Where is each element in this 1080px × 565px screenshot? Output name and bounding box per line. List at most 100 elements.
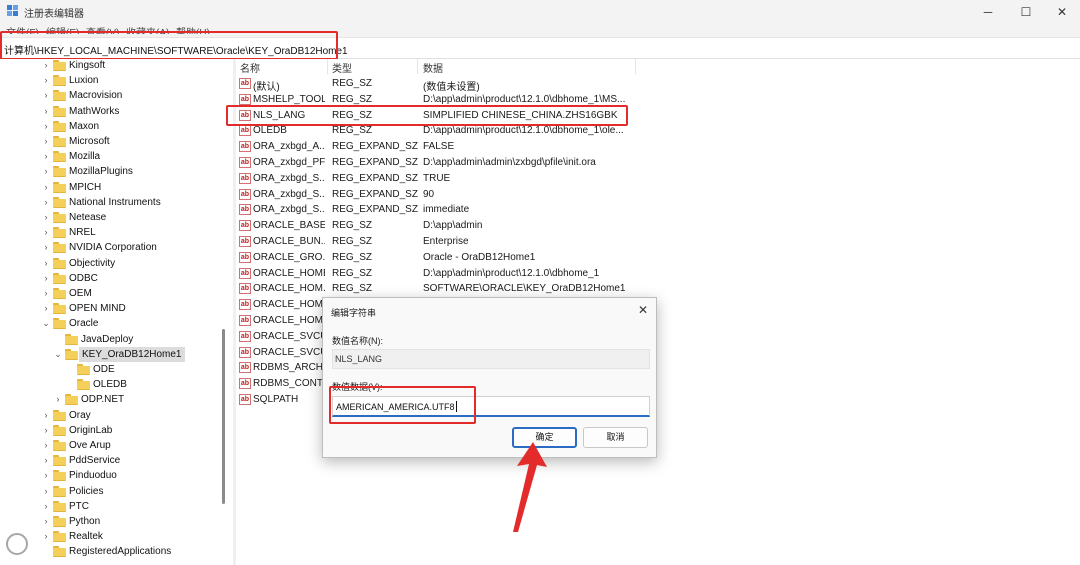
tree-item[interactable]: › MathWorks — [0, 104, 220, 119]
chevron-right-icon[interactable]: › — [42, 119, 50, 134]
chevron-right-icon[interactable]: › — [42, 514, 50, 529]
tree-item[interactable]: JavaDeploy — [0, 332, 220, 347]
tree-item-label: Mozilla — [69, 151, 101, 163]
chevron-right-icon[interactable]: › — [42, 134, 50, 149]
tree-item[interactable]: › Netease — [0, 210, 220, 225]
tree-item[interactable]: › Realtek — [0, 529, 220, 544]
tree-item[interactable]: › Macrovision — [0, 88, 220, 103]
tree-item-label: PddService — [69, 455, 121, 467]
chevron-right-icon[interactable]: › — [42, 301, 50, 316]
maximize-button[interactable]: ☐ — [1008, 2, 1044, 22]
table-row[interactable]: ab ORA_zxbgd_S... REG_EXPAND_SZ 90 — [236, 187, 1080, 203]
chevron-right-icon[interactable]: › — [42, 438, 50, 453]
tree-item[interactable]: › Ove Arup — [0, 438, 220, 453]
tree-item-label: NREL — [69, 227, 96, 239]
column-separator[interactable] — [635, 59, 636, 74]
tree-item[interactable]: › OEM — [0, 286, 220, 301]
tree-item[interactable]: › Luxion — [0, 73, 220, 88]
tree-item[interactable]: ⌄ KEY_OraDB12Home1 — [0, 346, 220, 362]
tree-item[interactable]: › OriginLab — [0, 423, 220, 438]
tree-item[interactable]: › NVIDIA Corporation — [0, 240, 220, 255]
value-data-cell: immediate — [423, 204, 470, 216]
chevron-right-icon[interactable]: › — [42, 484, 50, 499]
chevron-right-icon[interactable]: › — [42, 210, 50, 225]
chevron-right-icon[interactable]: › — [54, 392, 62, 407]
close-window-button[interactable]: ✕ — [1044, 2, 1080, 22]
table-row[interactable]: ab ORACLE_BUN... REG_SZ Enterprise — [236, 234, 1080, 250]
chevron-right-icon[interactable]: › — [42, 529, 50, 544]
chevron-right-icon[interactable]: › — [42, 104, 50, 119]
chevron-right-icon[interactable]: › — [42, 499, 50, 514]
tree-item[interactable]: RegisteredApplications — [0, 544, 220, 559]
column-separator[interactable] — [327, 59, 328, 74]
chevron-down-icon[interactable]: ⌄ — [42, 316, 50, 331]
chevron-right-icon[interactable]: › — [42, 271, 50, 286]
chevron-right-icon[interactable]: › — [42, 88, 50, 103]
table-row[interactable]: ab ORACLE_HOM... REG_SZ SOFTWARE\ORACLE\KEY… — [236, 281, 1080, 297]
tree-item-label: ODBC — [69, 272, 98, 284]
tree-item[interactable]: › PTC — [0, 499, 220, 514]
chevron-right-icon[interactable]: › — [42, 408, 50, 423]
value-data-cell: 90 — [423, 188, 435, 200]
chevron-right-icon[interactable]: › — [42, 149, 50, 164]
tree-scrollbar[interactable] — [222, 329, 225, 504]
tree-item[interactable]: › Microsoft — [0, 134, 220, 149]
tree-item[interactable]: › Mozilla — [0, 149, 220, 164]
column-separator[interactable] — [417, 59, 418, 74]
tree-item[interactable]: › MozillaPlugins — [0, 164, 220, 179]
chevron-right-icon[interactable]: › — [42, 286, 50, 301]
chevron-down-icon[interactable]: ⌄ — [54, 347, 62, 362]
chevron-right-icon[interactable]: › — [42, 164, 50, 179]
value-data-cell: FALSE — [423, 141, 455, 153]
string-value-icon: ab — [239, 125, 251, 137]
folder-icon — [53, 546, 66, 558]
dialog-close-icon[interactable]: ✕ — [638, 303, 648, 317]
tree-item[interactable]: › National Instruments — [0, 195, 220, 210]
table-row[interactable]: ab (默认) REG_SZ (数值未设置) — [236, 76, 1080, 93]
tree-item[interactable]: › Policies — [0, 484, 220, 499]
chevron-right-icon[interactable]: › — [42, 453, 50, 468]
column-data-header[interactable]: 数据 — [423, 60, 443, 75]
tree-item[interactable]: › Maxon — [0, 119, 220, 134]
tree-item[interactable]: ⌄ Oracle — [0, 316, 220, 331]
chevron-right-icon[interactable]: › — [42, 195, 50, 210]
table-row[interactable]: ab ORACLE_HOME REG_SZ D:\app\admin\product\… — [236, 266, 1080, 282]
cancel-button[interactable]: 取消 — [583, 427, 648, 448]
table-row[interactable]: ab ORA_zxbgd_S... REG_EXPAND_SZ immediate — [236, 202, 1080, 218]
string-value-icon: ab — [239, 330, 251, 342]
value-name-cell: ORACLE_HOM... — [253, 283, 325, 295]
column-name-header[interactable]: 名称 — [240, 60, 260, 75]
tree-item[interactable]: › OPEN MIND — [0, 301, 220, 316]
tree-item[interactable]: › ODP.NET — [0, 392, 220, 407]
chevron-right-icon[interactable]: › — [42, 240, 50, 255]
table-row[interactable]: ab ORA_zxbgd_A... REG_EXPAND_SZ FALSE — [236, 139, 1080, 155]
tree-item[interactable]: ODE — [0, 362, 220, 377]
tree-item[interactable]: › MPICH — [0, 180, 220, 195]
tree-item[interactable]: › Python — [0, 514, 220, 529]
tree-item[interactable]: OLEDB — [0, 377, 220, 392]
chevron-right-icon[interactable]: › — [42, 73, 50, 88]
tree-item[interactable]: › Oray — [0, 408, 220, 423]
column-type-header[interactable]: 类型 — [332, 60, 352, 75]
tree-item[interactable]: › Pinduoduo — [0, 468, 220, 483]
chevron-right-icon[interactable]: › — [42, 256, 50, 271]
table-row[interactable]: ab ORA_zxbgd_PF... REG_EXPAND_SZ D:\app\adm… — [236, 155, 1080, 171]
tree-item[interactable]: › Objectivity — [0, 256, 220, 271]
tree-item[interactable]: › Kingsoft — [0, 59, 220, 73]
folder-icon — [53, 60, 66, 71]
value-name-cell: ORACLE_GRO... — [253, 251, 325, 263]
table-row[interactable]: ab ORACLE_BASE REG_SZ D:\app\admin — [236, 218, 1080, 234]
table-row[interactable]: ab ORA_zxbgd_S... REG_EXPAND_SZ TRUE — [236, 171, 1080, 187]
tree-item-label: KEY_OraDB12Home1 — [79, 346, 185, 362]
table-row[interactable]: ab ORACLE_GRO... REG_SZ Oracle - OraDB12Hom… — [236, 250, 1080, 266]
tree-item[interactable]: › ODBC — [0, 271, 220, 286]
tree-item[interactable]: › NREL — [0, 225, 220, 240]
tree-item[interactable]: › PddService — [0, 453, 220, 468]
chevron-right-icon[interactable]: › — [42, 468, 50, 483]
chevron-right-icon[interactable]: › — [42, 59, 50, 73]
chevron-right-icon[interactable]: › — [42, 423, 50, 438]
chevron-right-icon[interactable]: › — [42, 180, 50, 195]
value-type-cell: REG_SZ — [332, 125, 373, 137]
chevron-right-icon[interactable]: › — [42, 225, 50, 240]
minimize-button[interactable]: ─ — [970, 2, 1006, 22]
